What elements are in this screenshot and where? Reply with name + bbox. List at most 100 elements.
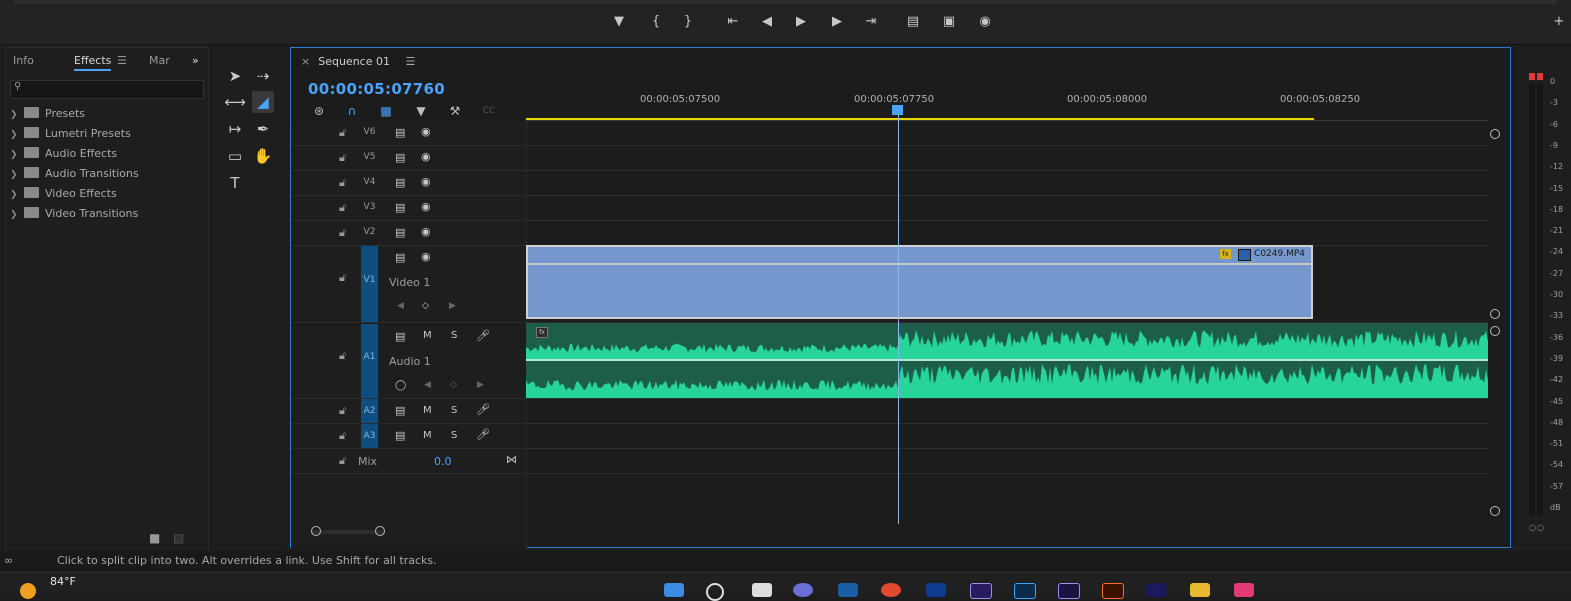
solo-left-icon[interactable]: ○ bbox=[1529, 523, 1536, 532]
next-keyframe-icon[interactable]: ▶ bbox=[449, 301, 456, 311]
track-label[interactable]: V1 bbox=[361, 246, 378, 322]
file-explorer-icon[interactable] bbox=[1190, 583, 1210, 597]
after-effects-icon[interactable] bbox=[970, 583, 992, 599]
track-label[interactable]: A2 bbox=[361, 399, 378, 423]
program-scrub-bar[interactable] bbox=[14, 0, 1557, 4]
search-icon[interactable] bbox=[706, 583, 724, 601]
sync-lock-icon[interactable]: ▤ bbox=[395, 126, 405, 139]
lock-icon[interactable]: 🔓︎ bbox=[339, 404, 346, 418]
sync-lock-icon[interactable]: ▤ bbox=[395, 151, 405, 164]
slip-tool-icon[interactable]: ↦ bbox=[224, 118, 246, 140]
premiere-pro-icon[interactable] bbox=[1058, 583, 1080, 599]
tab-markers[interactable]: Mar bbox=[149, 54, 170, 67]
go-to-out-icon[interactable]: ⇥ bbox=[860, 12, 882, 32]
tree-item-audio-transitions[interactable]: ❯ Audio Transitions bbox=[10, 165, 139, 183]
settings-wrench-icon[interactable]: ⚒ bbox=[446, 103, 464, 119]
zoom-handle-right[interactable] bbox=[375, 526, 385, 536]
clip-indicator-right[interactable] bbox=[1537, 73, 1543, 80]
zoom-scroll-bar[interactable] bbox=[311, 530, 383, 534]
zoom-handle-left[interactable] bbox=[311, 526, 321, 536]
lock-icon[interactable]: 🔓︎ bbox=[339, 271, 346, 285]
go-to-in-icon[interactable]: ⇤ bbox=[722, 12, 744, 32]
keyframe-options-icon[interactable]: ◯ bbox=[395, 380, 406, 391]
tab-effects[interactable]: Effects bbox=[74, 54, 112, 71]
selection-tool-icon[interactable]: ➤ bbox=[224, 65, 246, 87]
ripple-edit-tool-icon[interactable]: ⟷ bbox=[224, 91, 246, 113]
eye-icon[interactable]: ◉ bbox=[421, 250, 431, 263]
microphone-icon[interactable]: 🎤︎ bbox=[476, 329, 490, 342]
eye-icon[interactable]: ◉ bbox=[421, 150, 431, 163]
lift-icon[interactable]: ▤ bbox=[902, 12, 924, 32]
mix-volume-value[interactable]: 0.0 bbox=[434, 455, 452, 468]
tree-item-video-effects[interactable]: ❯ Video Effects bbox=[10, 185, 117, 203]
close-icon[interactable]: × bbox=[301, 55, 310, 68]
hand-tool-icon[interactable]: ✋ bbox=[252, 145, 274, 167]
rectangle-tool-icon[interactable]: ▭ bbox=[224, 145, 246, 167]
step-back-icon[interactable]: ◀ bbox=[756, 12, 778, 32]
weather-icon[interactable] bbox=[20, 583, 36, 599]
lock-icon[interactable]: 🔓︎ bbox=[339, 126, 346, 140]
lock-icon[interactable]: 🔓︎ bbox=[339, 429, 346, 443]
sync-lock-icon[interactable]: ▤ bbox=[395, 330, 405, 343]
playhead-handle[interactable] bbox=[892, 105, 903, 115]
prev-keyframe-icon[interactable]: ◀ bbox=[424, 380, 431, 390]
eye-icon[interactable]: ◉ bbox=[421, 175, 431, 188]
mute-button[interactable]: M bbox=[423, 405, 432, 416]
work-area-bar[interactable] bbox=[526, 118, 1314, 120]
linkedin-icon[interactable] bbox=[838, 583, 858, 597]
step-forward-icon[interactable]: ▶​ bbox=[826, 12, 848, 32]
weather-temp[interactable]: 84°F bbox=[50, 575, 76, 588]
instagram-icon[interactable] bbox=[1234, 583, 1254, 597]
sync-lock-icon[interactable]: ▤ bbox=[395, 404, 405, 417]
tree-item-presets[interactable]: ❯ Presets bbox=[10, 105, 85, 123]
lock-icon[interactable]: 🔓︎ bbox=[339, 176, 346, 190]
tab-info[interactable]: Info bbox=[13, 54, 34, 67]
sequence-menu-icon[interactable]: ☰ bbox=[405, 55, 415, 68]
solo-button[interactable]: S bbox=[451, 405, 457, 416]
add-button-icon[interactable]: + bbox=[1548, 12, 1570, 32]
video-scroll-handle[interactable] bbox=[1490, 309, 1500, 319]
lock-icon[interactable]: 🔓︎ bbox=[339, 454, 346, 468]
audio-clip[interactable]: fx bbox=[526, 323, 1488, 398]
trash-icon[interactable]: ▧ bbox=[173, 531, 184, 545]
mark-out-icon[interactable]: } bbox=[677, 12, 699, 32]
panel-menu-icon[interactable]: ☰ bbox=[117, 54, 127, 67]
prev-keyframe-icon[interactable]: ◀ bbox=[397, 301, 404, 311]
add-keyframe-icon[interactable]: ◇ bbox=[450, 380, 457, 390]
sync-lock-icon[interactable]: ▤ bbox=[395, 226, 405, 239]
windows-start-icon[interactable] bbox=[664, 583, 684, 597]
play-icon[interactable]: ▶ bbox=[790, 12, 812, 32]
eye-icon[interactable]: ◉ bbox=[421, 200, 431, 213]
creative-cloud-icon[interactable]: ∞ bbox=[4, 554, 13, 567]
nest-icon[interactable]: ⊛ bbox=[310, 103, 328, 119]
eye-icon[interactable]: ◉ bbox=[421, 125, 431, 138]
tree-item-video-transitions[interactable]: ❯ Video Transitions bbox=[10, 205, 138, 223]
lock-icon[interactable]: 🔓︎ bbox=[339, 201, 346, 215]
solo-button[interactable]: S bbox=[451, 430, 457, 441]
mute-button[interactable]: M bbox=[423, 330, 432, 341]
more-tabs-icon[interactable]: » bbox=[192, 54, 199, 67]
mark-in-icon[interactable]: { bbox=[645, 12, 667, 32]
audio-scroll-handle[interactable] bbox=[1490, 326, 1500, 336]
effects-search-input[interactable]: ⚲ bbox=[10, 80, 204, 99]
add-keyframe-icon[interactable]: ◇ bbox=[422, 301, 429, 311]
sync-lock-icon[interactable]: ▤ bbox=[395, 201, 405, 214]
photoshop-icon[interactable] bbox=[1014, 583, 1036, 599]
playhead-line[interactable] bbox=[898, 106, 899, 524]
captions-icon[interactable]: CC bbox=[480, 103, 498, 119]
mix-pan-icon[interactable]: ⋈ bbox=[506, 453, 517, 466]
extract-icon[interactable]: ▣ bbox=[938, 12, 960, 32]
next-keyframe-icon[interactable]: ▶ bbox=[477, 380, 484, 390]
media-encoder-icon[interactable] bbox=[1146, 583, 1166, 597]
video-scroll-handle[interactable] bbox=[1490, 129, 1500, 139]
solo-right-icon[interactable]: ○ bbox=[1537, 523, 1544, 532]
solo-button[interactable]: S bbox=[451, 330, 457, 341]
snap-icon[interactable]: ∩ bbox=[343, 103, 361, 119]
volume-rubberband[interactable] bbox=[526, 359, 1488, 361]
track-select-tool-icon[interactable]: ⇢ bbox=[252, 65, 274, 87]
teams-icon[interactable] bbox=[793, 583, 813, 597]
task-view-icon[interactable] bbox=[752, 583, 772, 597]
track-label[interactable]: A1 bbox=[361, 324, 378, 398]
tab-sequence[interactable]: × Sequence 01 ☰ bbox=[301, 55, 415, 68]
tree-item-audio-effects[interactable]: ❯ Audio Effects bbox=[10, 145, 117, 163]
